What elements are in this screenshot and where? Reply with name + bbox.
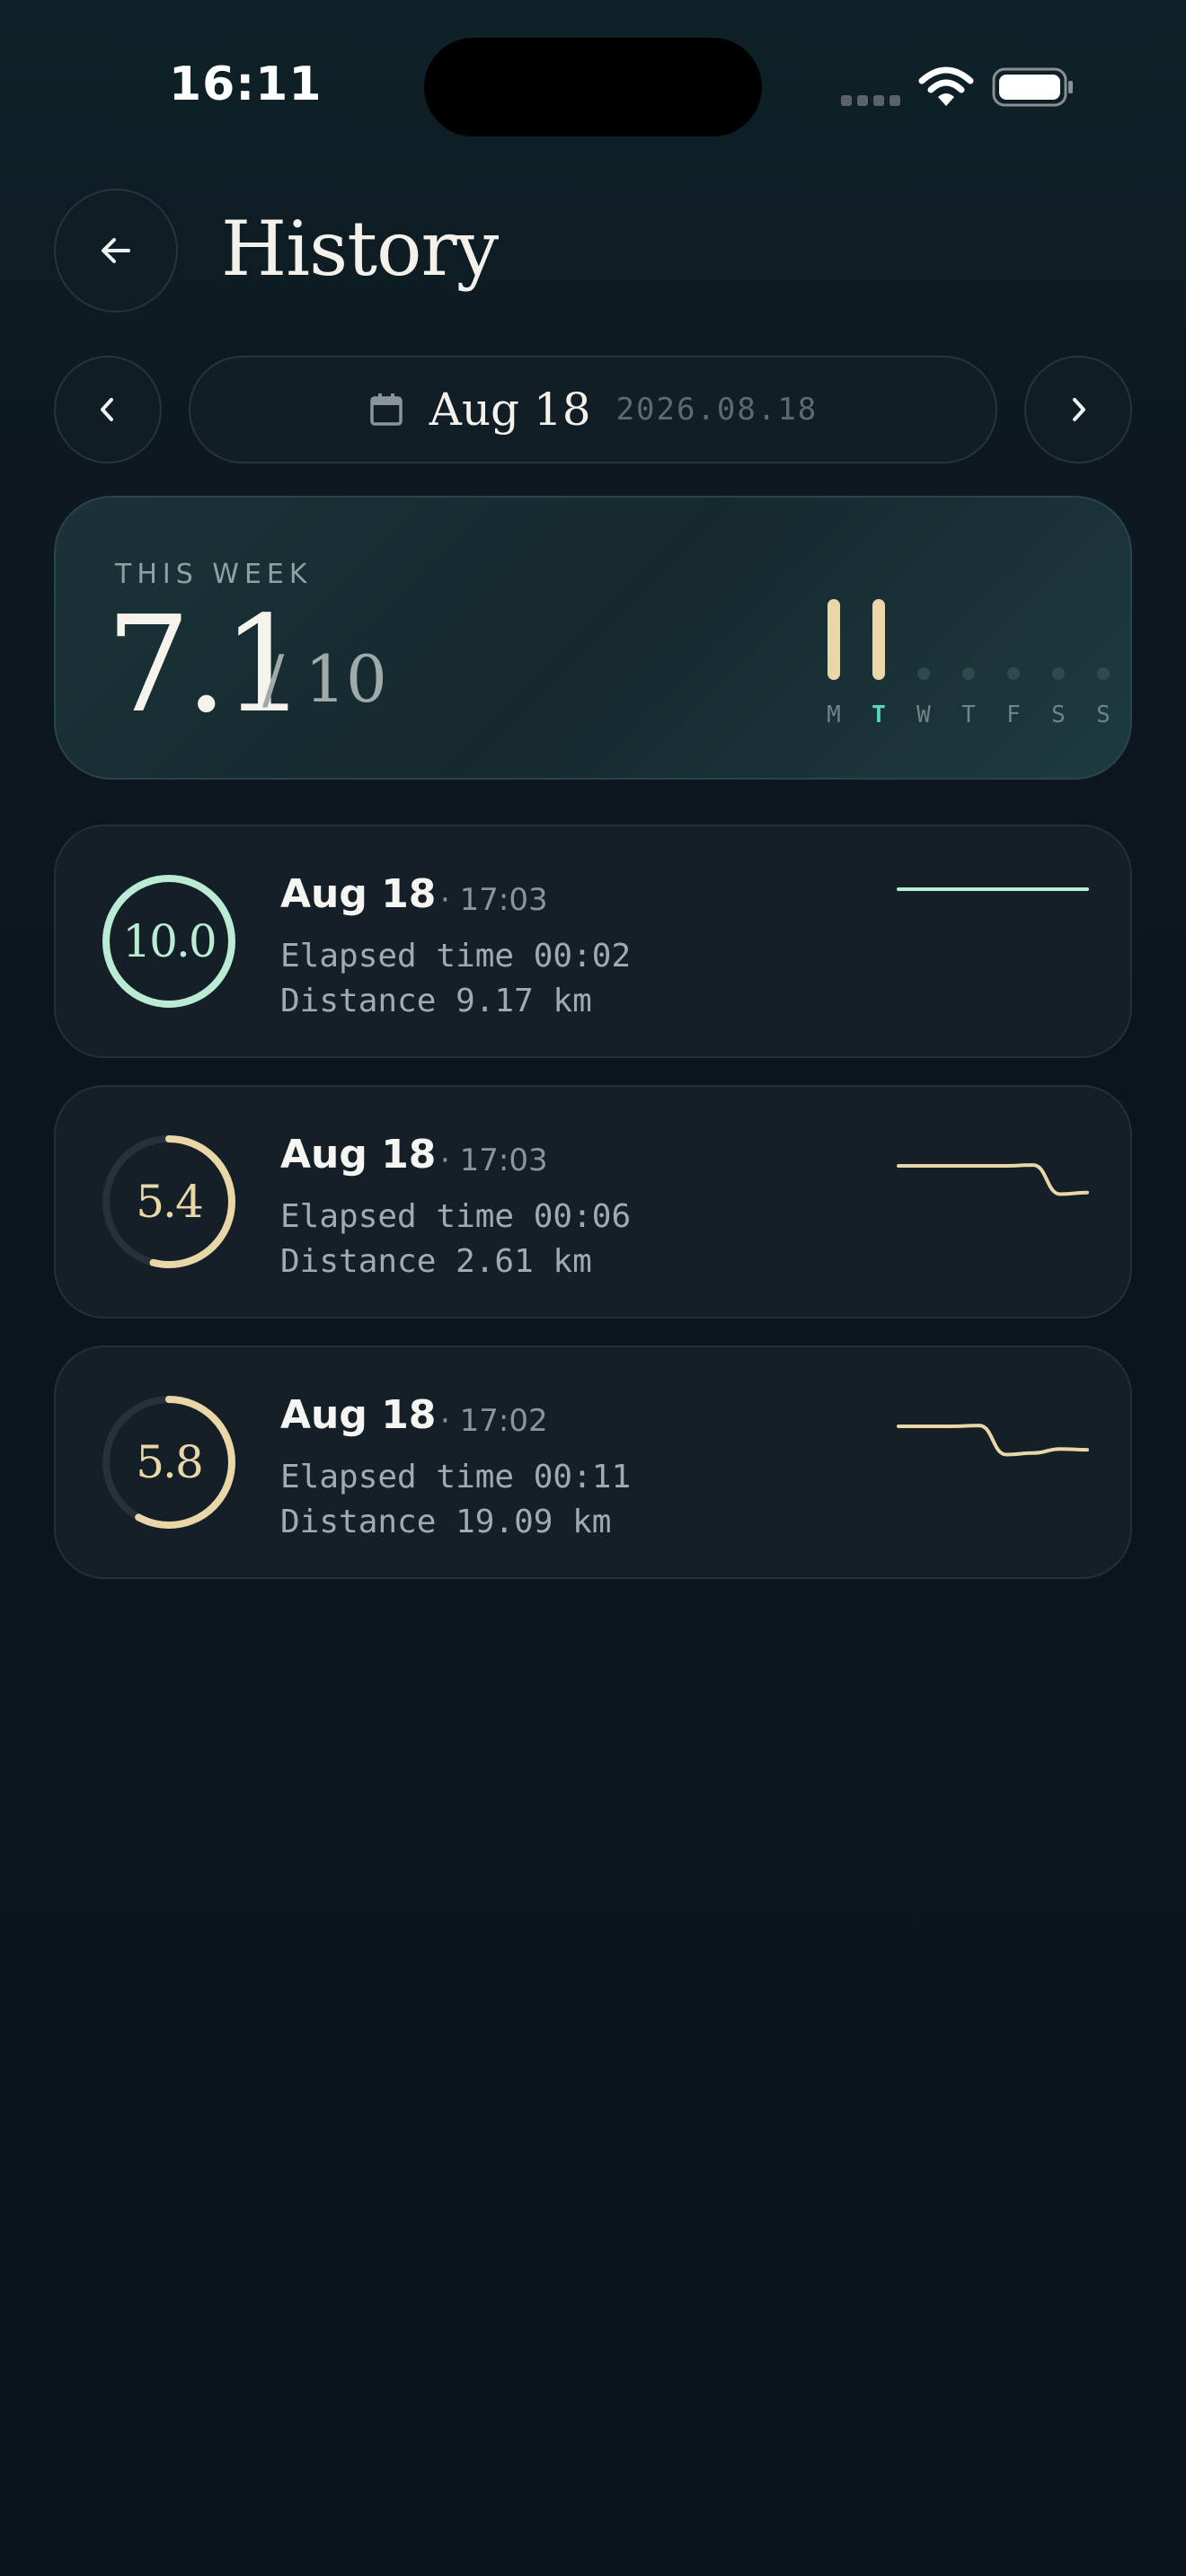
- dynamic-island: [424, 38, 762, 137]
- week-summary-card: THIS WEEK 7.1 / 10 MTWTFSS: [54, 496, 1132, 780]
- week-day-letter: S: [1096, 701, 1111, 728]
- week-day-letter: T: [872, 701, 886, 728]
- week-score-max: / 10: [262, 641, 387, 717]
- session-time: · 17:03: [440, 1142, 548, 1178]
- session-score: 5.4: [136, 1176, 204, 1228]
- session-elapsed: Elapsed time 00:02: [280, 938, 632, 975]
- session-card[interactable]: 5.4 Aug 18 · 17:03 Elapsed time 00:06 Distan…: [54, 1085, 1132, 1319]
- session-score: 10.0: [122, 915, 217, 967]
- week-day-letter: F: [1006, 701, 1021, 728]
- session-sparkline: [897, 1163, 1089, 1196]
- week-day-letter: M: [827, 701, 841, 728]
- chevron-left-icon: [101, 398, 113, 421]
- week-day-dot: [962, 667, 975, 680]
- session-date: Aug 18: [280, 1392, 437, 1438]
- sparkline-path: [897, 1163, 1089, 1196]
- arrow-left-icon: [102, 238, 130, 263]
- battery-icon: [992, 67, 1073, 107]
- previous-day-button[interactable]: [54, 356, 162, 463]
- cellular-signal-icon: [841, 95, 900, 106]
- week-day-letter: S: [1051, 701, 1066, 728]
- week-day-dot: [1052, 667, 1065, 680]
- week-label: THIS WEEK: [115, 559, 313, 590]
- week-day-dot: [1097, 667, 1110, 680]
- selected-date-full: 2026.08.18: [615, 392, 819, 428]
- sparkline-path: [897, 1424, 1089, 1457]
- wifi-icon: [918, 66, 974, 106]
- session-time: · 17:02: [440, 1403, 548, 1439]
- session-sparkline: [897, 1424, 1089, 1457]
- week-day-letter: T: [961, 701, 976, 728]
- back-button[interactable]: [54, 189, 178, 313]
- selected-date: Aug 18: [429, 384, 591, 436]
- session-date: Aug 18: [280, 1132, 437, 1178]
- date-picker-pill[interactable]: Aug 18 2026.08.18: [189, 356, 997, 463]
- week-day-dot: [1007, 667, 1020, 680]
- session-elapsed: Elapsed time 00:06: [280, 1198, 632, 1235]
- session-time: · 17:03: [440, 882, 548, 918]
- session-date: Aug 18: [280, 871, 437, 917]
- session-sparkline: [897, 887, 1089, 891]
- session-distance: Distance 9.17 km: [280, 983, 592, 1019]
- page-title: History: [221, 205, 499, 293]
- next-day-button[interactable]: [1024, 356, 1132, 463]
- session-distance: Distance 19.09 km: [280, 1504, 612, 1540]
- session-score: 5.8: [136, 1436, 204, 1488]
- week-day-chart: MTWTFSS: [827, 599, 1111, 728]
- session-card[interactable]: 10.0 Aug 18 · 17:03 Elapsed time 00:02 Dista…: [54, 825, 1132, 1058]
- calendar-icon: [369, 393, 403, 426]
- session-distance: Distance 2.61 km: [280, 1243, 592, 1280]
- week-day-dot: [917, 667, 930, 680]
- session-elapsed: Elapsed time 00:11: [280, 1459, 632, 1495]
- chevron-right-icon: [1073, 398, 1085, 421]
- status-time: 16:11: [169, 57, 323, 111]
- week-day-letter: W: [916, 701, 931, 728]
- session-card[interactable]: 5.8 Aug 18 · 17:02 Elapsed time 00:11 Distan…: [54, 1345, 1132, 1579]
